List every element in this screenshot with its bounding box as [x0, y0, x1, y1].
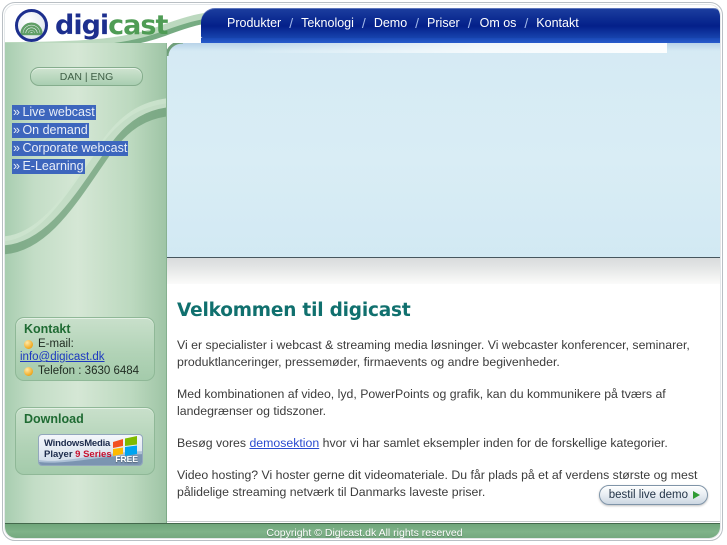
contact-email-label: E-mail:: [38, 338, 74, 350]
sidebar-item-e-learning[interactable]: » E-Learning: [12, 159, 85, 174]
sidebar-item-label: On demand: [22, 123, 88, 137]
windows-flag-icon: [113, 436, 137, 456]
order-live-demo-button[interactable]: bestil live demo: [598, 485, 708, 505]
download-box: Download WindowsMedia Player 9 Series FR…: [15, 407, 155, 475]
nav-item-priser[interactable]: Priser: [419, 16, 468, 30]
contact-phone-row: Telefon : 3630 6484: [24, 365, 154, 377]
badge-free-label: FREE: [115, 454, 138, 464]
nav-item-kontakt[interactable]: Kontakt: [528, 16, 586, 30]
sidebar-item-label: E-Learning: [22, 159, 84, 173]
logo-text-primary: digi: [55, 10, 109, 41]
sidebar-item-on-demand[interactable]: » On demand: [12, 123, 89, 138]
banner-gloss: [247, 43, 667, 53]
logo-wordmark: digicast: [55, 10, 168, 41]
bullet-icon: [24, 366, 33, 376]
language-toggle-button[interactable]: DAN | ENG: [30, 67, 143, 86]
play-triangle-icon: [693, 491, 700, 499]
chevron-double-right-icon: »: [13, 159, 20, 173]
badge-line-2: Player 9 Series: [44, 449, 112, 460]
page-frame: digicast Produkter / Teknologi / Demo / …: [2, 2, 723, 541]
paragraph-demo-after: hvor vi har samlet eksempler inden for d…: [319, 436, 668, 450]
page-title: Velkommen til digicast: [177, 300, 411, 321]
content-bottom-divider: [167, 521, 720, 522]
contact-email-row: E-mail:: [24, 338, 154, 350]
bullet-icon: [24, 339, 33, 349]
banner-area: [167, 43, 720, 258]
contact-phone-label: Telefon : 3630 6484: [38, 365, 140, 377]
badge-player-text: Player: [44, 449, 76, 460]
paragraph-intro: Vi er specialister i webcast & streaming…: [177, 338, 690, 369]
contact-email-link[interactable]: info@digicast.dk: [20, 351, 154, 363]
site-footer: Copyright © Digicast.dk All rights reser…: [5, 523, 720, 538]
order-live-demo-label: bestil live demo: [608, 489, 688, 501]
contact-box-title: Kontakt: [24, 322, 71, 336]
paragraph-combination: Med kombinationen af video, lyd, PowerPo…: [177, 387, 666, 418]
sidebar-item-label: Live webcast: [22, 105, 95, 119]
banner-corner-curve: [167, 43, 184, 57]
logo-text-secondary: cast: [108, 10, 168, 41]
left-sidebar: DAN | ENG » Live webcast » On demand » C…: [5, 43, 167, 523]
chevron-double-right-icon: »: [13, 141, 20, 155]
page-frame-inner: digicast Produkter / Teknologi / Demo / …: [4, 4, 721, 539]
site-logo[interactable]: digicast: [15, 9, 168, 42]
badge-line-1: WindowsMedia: [44, 438, 111, 449]
nav-item-demo[interactable]: Demo: [366, 16, 415, 30]
paragraph-demo-before: Besøg vores: [177, 436, 250, 450]
sidebar-nav-links: » Live webcast » On demand » Corporate w…: [12, 103, 162, 175]
windows-media-player-download-badge[interactable]: WindowsMedia Player 9 Series FREE: [38, 434, 143, 466]
demosektion-link[interactable]: demosektion: [249, 436, 319, 450]
main-navigation: Produkter / Teknologi / Demo / Priser / …: [201, 8, 720, 44]
nav-item-teknologi[interactable]: Teknologi: [293, 16, 362, 30]
sidebar-item-corporate-webcast[interactable]: » Corporate webcast: [12, 141, 129, 156]
nav-item-produkter[interactable]: Produkter: [219, 16, 289, 30]
nav-list: Produkter / Teknologi / Demo / Priser / …: [219, 12, 587, 34]
banner-bottom-strip: [167, 258, 720, 284]
browser-page: digicast Produkter / Teknologi / Demo / …: [0, 0, 727, 545]
logo-arcs: [19, 22, 44, 36]
chevron-double-right-icon: »: [13, 123, 20, 137]
badge-series-text: 9 Series: [75, 449, 112, 460]
nav-item-om-os[interactable]: Om os: [472, 16, 525, 30]
sidebar-item-live-webcast[interactable]: » Live webcast: [12, 105, 96, 120]
broadcast-waves-icon: [15, 9, 48, 42]
paragraph-demo: Besøg vores demosektion hvor vi har saml…: [177, 435, 702, 452]
contact-box: Kontakt E-mail: info@digicast.dk Telefon…: [15, 317, 155, 381]
sidebar-item-label: Corporate webcast: [22, 141, 128, 155]
content-inner: Velkommen til digicast Vi er specialiste…: [167, 284, 720, 501]
download-box-title: Download: [24, 412, 84, 426]
main-content: Velkommen til digicast Vi er specialiste…: [167, 284, 720, 523]
chevron-double-right-icon: »: [13, 105, 20, 119]
